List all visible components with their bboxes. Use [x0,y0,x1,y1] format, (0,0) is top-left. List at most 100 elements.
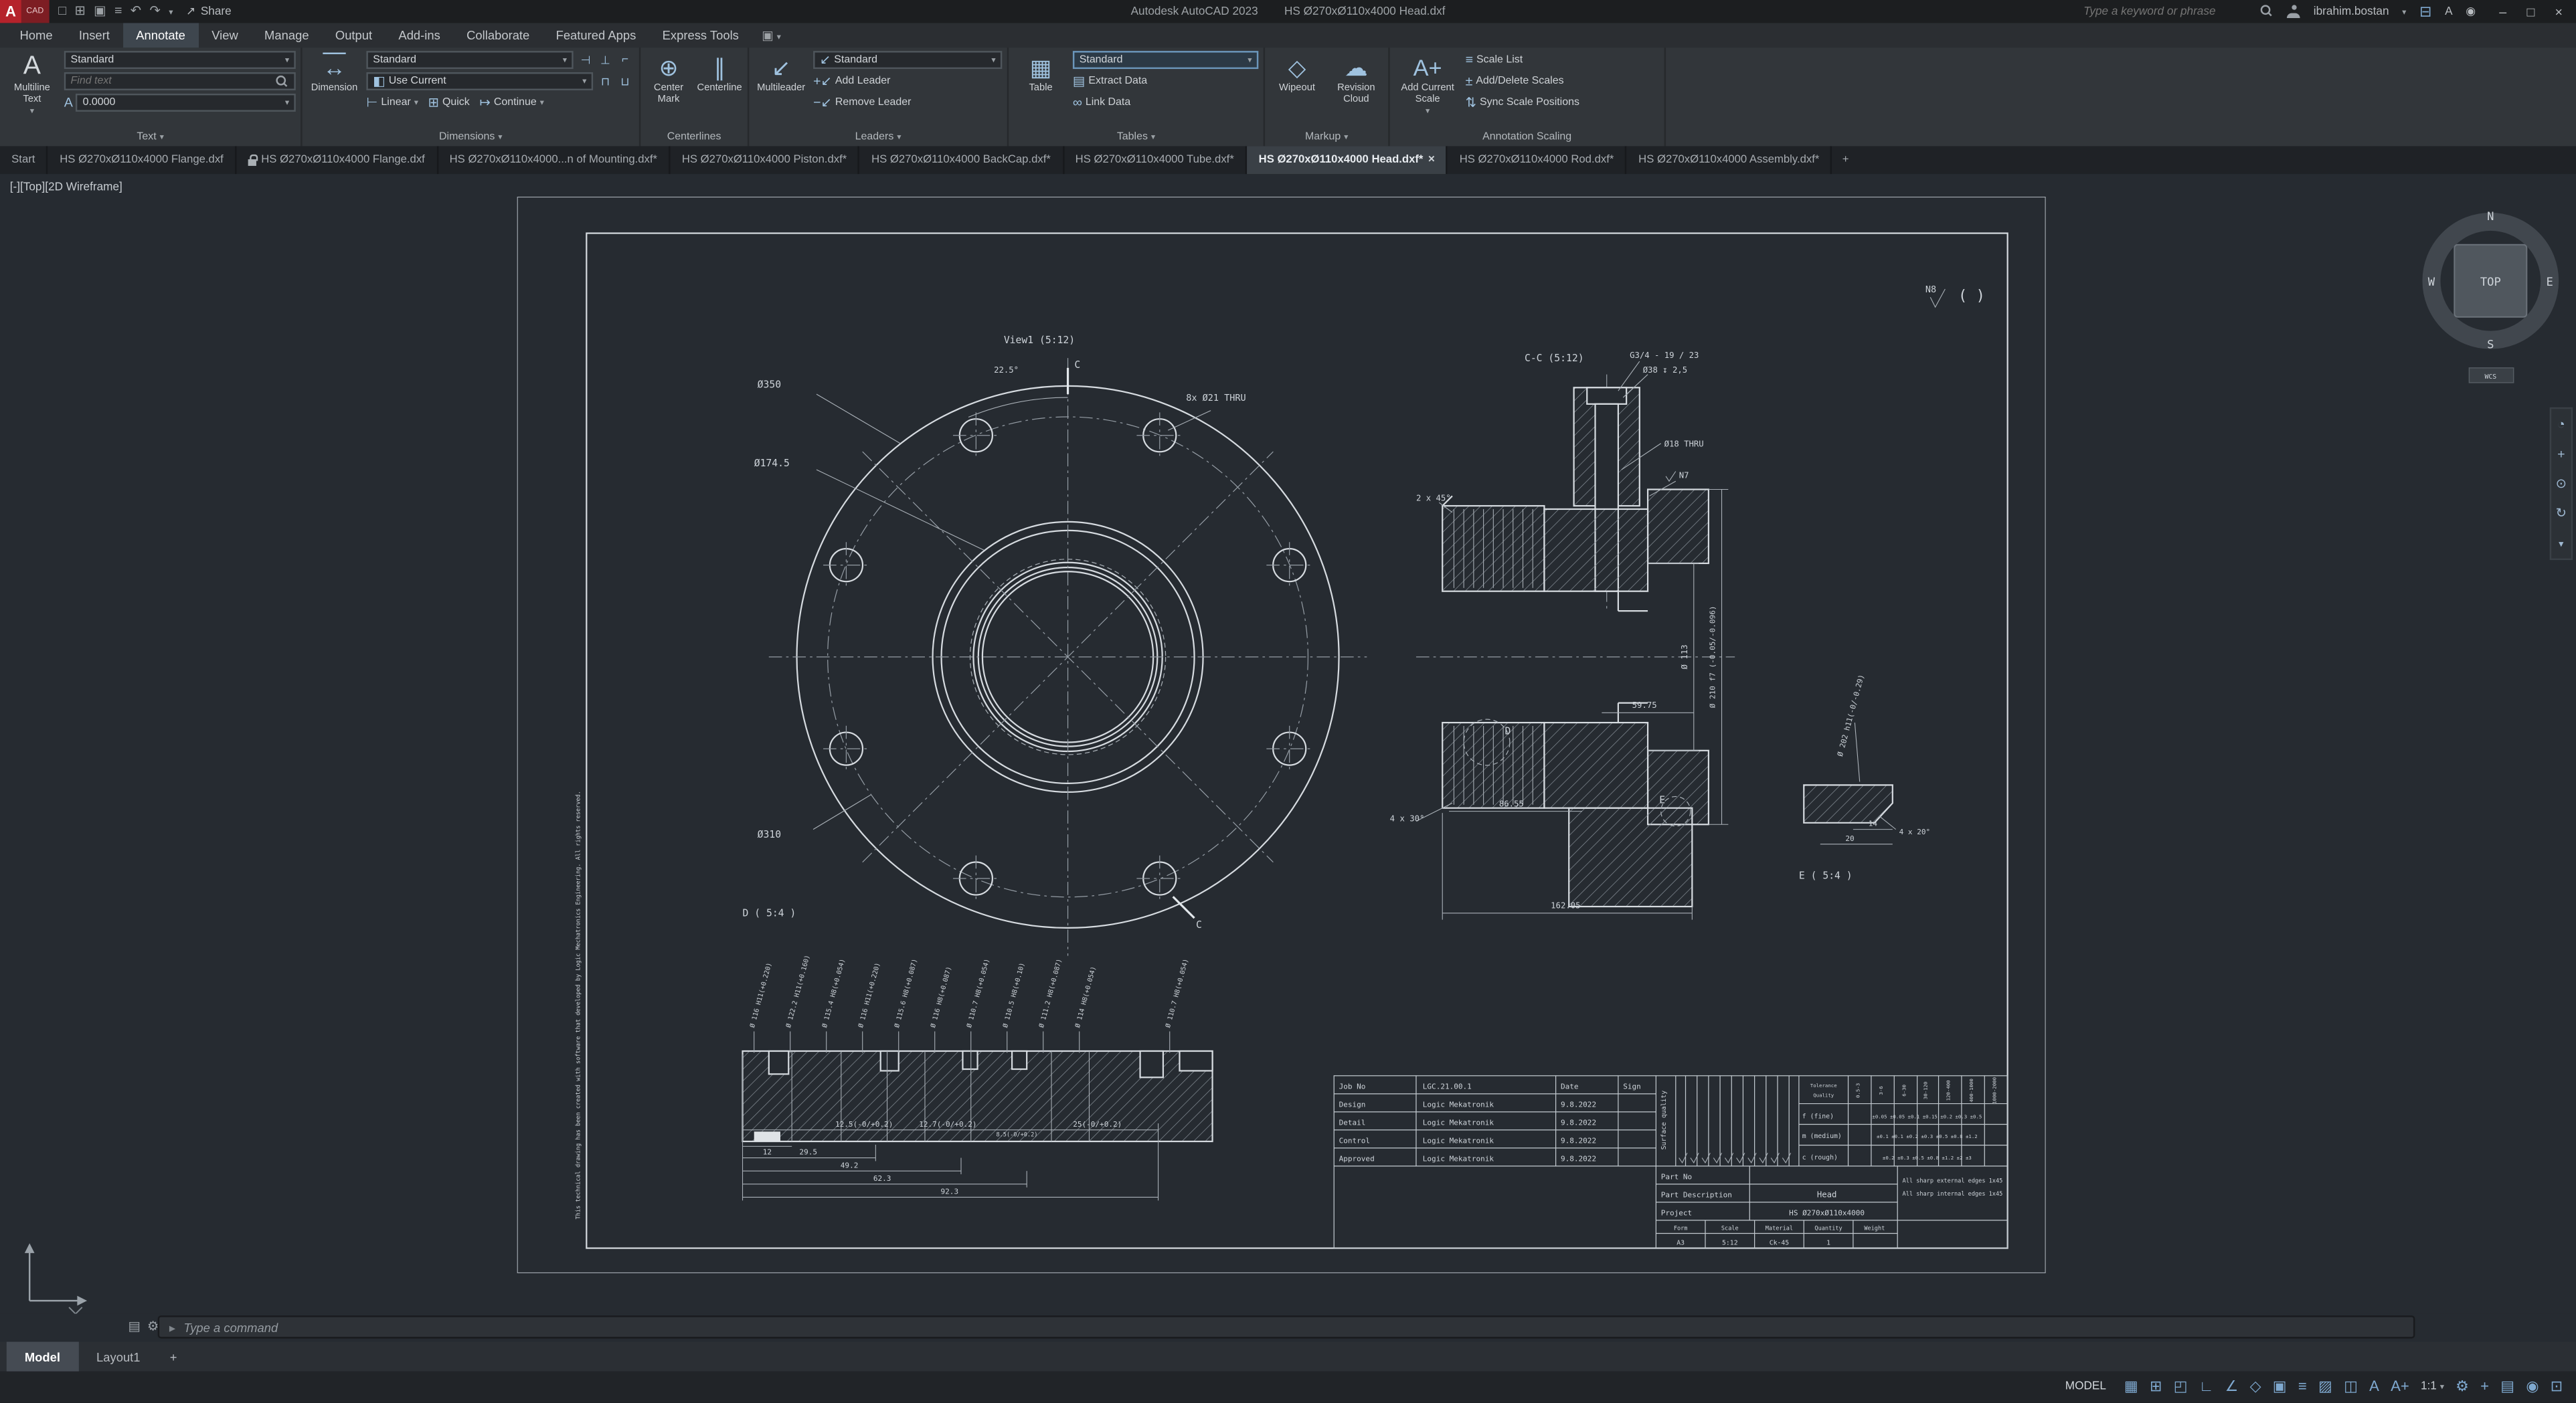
annotation-scale-button[interactable]: 1:1 [2421,1381,2444,1392]
scale-list-button[interactable]: Scale List [1466,51,1660,69]
new-tab-button[interactable]: + [1832,146,1859,174]
markup-panel-footer[interactable]: Markup [1265,128,1388,146]
file-tab[interactable]: HS Ø270xØ110x4000 BackCap.dxf* [860,146,1064,174]
model-space-canvas[interactable]: [-][Top][2D Wireframe] This technical dr… [0,174,2576,1314]
find-text-field[interactable] [64,72,296,90]
restore-button[interactable] [2517,4,2545,19]
viewcube-top[interactable]: TOP [2480,276,2501,289]
pan-icon[interactable] [2557,447,2565,462]
sync-scale-positions-button[interactable]: Sync Scale Positions [1466,94,1660,112]
share-button[interactable]: Share [186,5,232,18]
add-current-scale-button[interactable]: Add Current Scale [1395,51,1460,124]
file-tab[interactable]: HS Ø270xØ110x4000 Flange.dxf [48,146,236,174]
close-tab-icon[interactable]: × [1428,155,1435,166]
annotation-visibility-icon[interactable] [2369,1380,2379,1394]
dimensions-panel-footer[interactable]: Dimensions [303,128,639,146]
dim-update-icon[interactable] [616,73,634,90]
annotation-monitor-icon[interactable] [2480,1380,2489,1394]
viewcube-west[interactable]: W [2428,276,2435,289]
file-tab-active[interactable]: HS Ø270xØ110x4000 Head.dxf*× [1247,146,1448,174]
tab-collaborate[interactable]: Collaborate [453,23,542,48]
center-mark-button[interactable]: Center Mark [646,51,692,124]
viewcube-east[interactable]: E [2547,276,2553,289]
tab-manage[interactable]: Manage [251,23,322,48]
file-tab[interactable]: HS Ø270xØ110x4000 Tube.dxf* [1063,146,1247,174]
centerline-button[interactable]: Centerline [697,51,743,124]
ortho-mode-icon[interactable] [2199,1380,2214,1394]
snap-mode-icon[interactable] [2150,1380,2162,1394]
tab-output[interactable]: Output [322,23,385,48]
multiline-text-button[interactable]: Multiline Text [5,51,59,124]
quick-properties-icon[interactable] [2500,1380,2514,1394]
dimension-button[interactable]: Dimension [307,51,361,124]
dim-adjust-space-icon[interactable] [596,52,614,68]
tab-home[interactable]: Home [7,23,66,48]
workspace-switching-icon[interactable] [2456,1380,2469,1394]
model-space-toggle[interactable]: MODEL [2059,1380,2113,1394]
signed-in-user[interactable]: ibrahim.bostan [2314,6,2389,17]
add-leader-button[interactable]: Add Leader [813,72,1002,90]
wcs-menu[interactable]: WCS [2484,373,2496,381]
new-layout-button[interactable]: + [159,1341,189,1371]
command-line[interactable]: Type a command [158,1315,2415,1338]
save-icon[interactable] [94,5,106,18]
find-text-input[interactable] [71,76,273,87]
autoscale-icon[interactable] [2391,1380,2409,1394]
text-panel-footer[interactable]: Text [0,128,300,146]
new-file-icon[interactable] [58,5,66,18]
autocad-logo-icon[interactable]: A [0,0,21,23]
continue-dimension-button[interactable]: Continue [480,94,544,112]
quick-access-caret-icon[interactable] [169,5,173,18]
tables-panel-footer[interactable]: Tables [1009,128,1263,146]
viewcube-north[interactable]: N [2487,210,2494,223]
tab-addins[interactable]: Add-ins [385,23,454,48]
file-tab[interactable]: HS Ø270xØ110x4000...n of Mounting.dxf* [438,146,670,174]
find-text-search-icon[interactable] [276,75,289,88]
remove-leader-button[interactable]: Remove Leader [813,94,1002,112]
wipeout-button[interactable]: Wipeout [1270,51,1324,124]
file-tab[interactable]: HS Ø270xØ110x4000 Piston.dxf* [671,146,860,174]
object-snap-icon[interactable] [2273,1380,2287,1394]
isometric-drafting-icon[interactable] [2250,1380,2261,1394]
extract-data-button[interactable]: Extract Data [1073,72,1258,90]
file-tab-start[interactable]: Start [0,146,48,174]
close-button[interactable] [2545,4,2573,19]
infer-constraints-icon[interactable] [2174,1380,2188,1394]
quick-dimension-button[interactable]: Quick [428,94,470,112]
dim-break-icon[interactable] [577,52,595,68]
orbit-icon[interactable] [2556,506,2567,521]
tab-insert[interactable]: Insert [66,23,122,48]
dim-style-dropdown[interactable]: Standard [366,51,573,69]
file-tab[interactable]: HS Ø270xØ110x4000 Assembly.dxf* [1627,146,1832,174]
text-style-dropdown[interactable]: Standard [64,51,296,69]
multileader-button[interactable]: Multileader [754,51,808,124]
tab-featured-apps[interactable]: Featured Apps [543,23,649,48]
ribbon-options-button[interactable] [752,23,791,48]
tab-annotate[interactable]: Annotate [123,23,199,48]
linear-dimension-button[interactable]: Linear [366,94,418,112]
polar-tracking-icon[interactable] [2225,1380,2239,1394]
file-tab[interactable]: HS Ø270xØ110x4000 Rod.dxf* [1448,146,1627,174]
navbar-more-icon[interactable] [2559,535,2563,550]
grid-icon[interactable] [2124,1380,2138,1394]
undo-icon[interactable] [131,5,141,18]
lineweight-icon[interactable] [2298,1380,2307,1394]
tab-express-tools[interactable]: Express Tools [649,23,752,48]
file-tab[interactable]: HS Ø270xØ110x4000 Flange.dxf [236,146,438,174]
table-button[interactable]: Table [1014,51,1068,124]
minimize-button[interactable] [2489,4,2517,19]
graphics-performance-icon[interactable] [2526,1380,2539,1394]
user-menu-caret-icon[interactable] [2402,6,2406,17]
app-store-icon[interactable] [2419,4,2432,19]
table-style-dropdown[interactable]: Standard [1073,51,1258,69]
dim-layer-dropdown[interactable]: Use Current [366,72,593,90]
redo-icon[interactable] [149,5,160,18]
revision-cloud-button[interactable]: Revision Cloud [1329,51,1383,124]
tab-layout1[interactable]: Layout1 [78,1341,159,1371]
tab-view[interactable]: View [199,23,252,48]
zoom-icon[interactable] [2556,476,2567,491]
keyword-search[interactable] [2083,5,2274,18]
notification-icon[interactable] [2466,5,2476,18]
clean-screen-icon[interactable] [2551,1380,2563,1394]
open-file-icon[interactable] [74,5,85,18]
